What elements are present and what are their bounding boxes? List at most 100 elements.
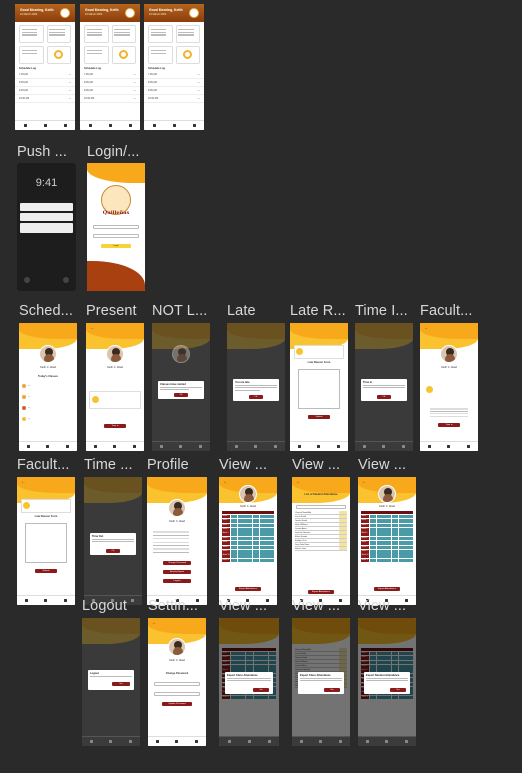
camera-icon[interactable]: [63, 277, 69, 283]
tab-bar[interactable]: [144, 120, 204, 130]
frame-label-late[interactable]: Late: [227, 303, 256, 319]
frame-label-time-in[interactable]: Time I...: [355, 303, 408, 319]
update-password-button[interactable]: Update Password: [162, 702, 192, 706]
list-item[interactable]: 10:00 AM —: [144, 95, 204, 103]
list-item[interactable]: 7:00 AM —: [15, 71, 75, 79]
frame-label-view-5[interactable]: View ...: [292, 598, 340, 614]
list-item[interactable]: 9:00 AM —: [144, 87, 204, 95]
back-icon[interactable]: ←: [90, 326, 95, 331]
tab-bar[interactable]: [80, 120, 140, 130]
back-icon[interactable]: ←: [424, 326, 429, 331]
time-out-frame[interactable]: Time Out Ok: [84, 477, 142, 605]
dashboard-frame-1[interactable]: Good Morning, Keith 10 March 2024 Schedu…: [15, 4, 75, 130]
time-in-button[interactable]: Time in: [438, 423, 460, 427]
tab-bar[interactable]: [82, 736, 140, 746]
frame-label-push[interactable]: Push ...: [17, 144, 67, 160]
password-field[interactable]: [93, 234, 139, 238]
list-item[interactable]: 8:00 AM —: [80, 79, 140, 87]
frame-label-view-2[interactable]: View ...: [292, 457, 340, 473]
modal-dialog[interactable]: Logout: [88, 670, 134, 690]
ok-button[interactable]: Ok: [249, 395, 263, 399]
frame-label-settings[interactable]: Settin...: [148, 598, 198, 614]
tab-bar[interactable]: [86, 441, 144, 451]
yes-button[interactable]: Yes: [390, 688, 406, 692]
frame-label-faculty-1[interactable]: Facult...: [420, 303, 472, 319]
tab-bar[interactable]: [152, 441, 210, 451]
calendar-icon[interactable]: [43, 124, 47, 127]
frame-label-schedule[interactable]: Sched...: [19, 303, 73, 319]
notification-card[interactable]: [20, 213, 73, 221]
search-input[interactable]: [296, 505, 346, 509]
avatar[interactable]: [125, 8, 135, 18]
username-field[interactable]: [93, 225, 139, 229]
tab-bar[interactable]: [148, 736, 206, 746]
back-icon[interactable]: ←: [21, 480, 26, 485]
list-item[interactable]: —: [22, 384, 74, 388]
not-late-frame[interactable]: Classes have started Ok: [152, 323, 210, 451]
faculty-frame-2[interactable]: ← Late Reason Form Submit: [17, 477, 75, 605]
view-export-frame-1[interactable]: Week 1Week 2Week 3Week 4Week 5Week 6Week…: [219, 618, 279, 746]
tab-bar[interactable]: [17, 595, 75, 605]
reason-textarea[interactable]: [298, 369, 340, 409]
ok-button[interactable]: Ok: [174, 393, 188, 397]
settings-frame[interactable]: ← Keith C. Abad Change Password Update P…: [148, 618, 206, 746]
avatar[interactable]: [60, 8, 70, 18]
submit-button[interactable]: Submit: [308, 415, 330, 419]
tab-bar[interactable]: [292, 736, 350, 746]
tab-bar[interactable]: [219, 736, 279, 746]
list-item[interactable]: 10:00 AM —: [80, 95, 140, 103]
logout-frame[interactable]: Logout Yes: [82, 618, 140, 746]
back-icon[interactable]: ←: [223, 480, 228, 485]
home-icon[interactable]: [23, 124, 27, 127]
view-attendance-frame-3[interactable]: ← Keith C. Abad Week 1 Week 2 Week 3 Week 4…: [358, 477, 416, 605]
frame-label-present[interactable]: Present: [86, 303, 137, 319]
new-password-field[interactable]: [154, 692, 200, 696]
list-item[interactable]: 8:00 AM —: [15, 79, 75, 87]
faculty-frame-1[interactable]: ← Keith C. Abad Time in: [420, 323, 478, 451]
frame-label-late-reason[interactable]: Late R...: [290, 303, 346, 319]
list-item[interactable]: 9:00 AM —: [80, 87, 140, 95]
schedule-frame[interactable]: Keith C. Abad Today's Classes — — — —: [19, 323, 77, 451]
back-icon[interactable]: ←: [296, 480, 301, 485]
list-item[interactable]: 8:00 AM —: [144, 79, 204, 87]
list-item[interactable]: 7:00 AM —: [144, 71, 204, 79]
export-button[interactable]: Export Attendance: [374, 587, 400, 591]
view-export-frame-2[interactable]: Cheriah Navid AloLucas SmithTamika Smith…: [292, 618, 350, 746]
back-icon[interactable]: ←: [362, 480, 367, 485]
tab-bar[interactable]: [355, 441, 413, 451]
list-item[interactable]: 10:00 AM —: [15, 95, 75, 103]
frame-label-profile[interactable]: Profile: [147, 457, 189, 473]
logout-button[interactable]: Logout: [163, 579, 191, 583]
present-frame[interactable]: ← Keith C. Abad Time in: [86, 323, 144, 451]
profile-icon[interactable]: [63, 124, 67, 127]
tab-bar[interactable]: [19, 441, 77, 451]
frame-label-time-out[interactable]: Time ...: [84, 457, 133, 473]
export-button[interactable]: Export Attendance: [308, 590, 334, 594]
avatar[interactable]: [189, 8, 199, 18]
tab-bar[interactable]: [227, 441, 285, 451]
change-password-button[interactable]: Change Password: [163, 561, 191, 565]
tab-bar[interactable]: [358, 736, 416, 746]
notification-card[interactable]: [20, 223, 73, 233]
ok-button[interactable]: Ok: [106, 549, 120, 553]
late-reason-frame[interactable]: Late Reason Form Submit: [290, 323, 348, 451]
frame-label-login[interactable]: Login/...: [87, 144, 140, 160]
frame-label-view-3[interactable]: View ...: [358, 457, 406, 473]
table-row[interactable]: Ronnie Juan: [295, 547, 347, 551]
export-button[interactable]: Export Attendance: [235, 587, 261, 591]
frame-label-view-6[interactable]: View ...: [358, 598, 406, 614]
tab-bar[interactable]: [15, 120, 75, 130]
login-frame[interactable]: Quilleñas Login: [87, 163, 145, 291]
frame-label-logout[interactable]: Logout: [82, 598, 127, 614]
yes-button[interactable]: Yes: [112, 682, 130, 686]
reason-textarea[interactable]: [25, 523, 67, 563]
activity-report-button[interactable]: Activity Report: [163, 570, 191, 574]
tab-bar[interactable]: [420, 441, 478, 451]
frame-label-faculty-2[interactable]: Facult...: [17, 457, 69, 473]
frame-label-not-late[interactable]: NOT L...: [152, 303, 207, 319]
view-export-frame-3[interactable]: Week 1Week 2Week 3Week 4Week 5Week 6Week…: [358, 618, 416, 746]
ok-button[interactable]: Ok: [377, 395, 391, 399]
dashboard-frame-2[interactable]: Good Morning, Keith 10 March 2024 Schedu…: [80, 4, 140, 130]
list-item[interactable]: —: [22, 406, 74, 410]
list-item[interactable]: —: [22, 395, 74, 399]
